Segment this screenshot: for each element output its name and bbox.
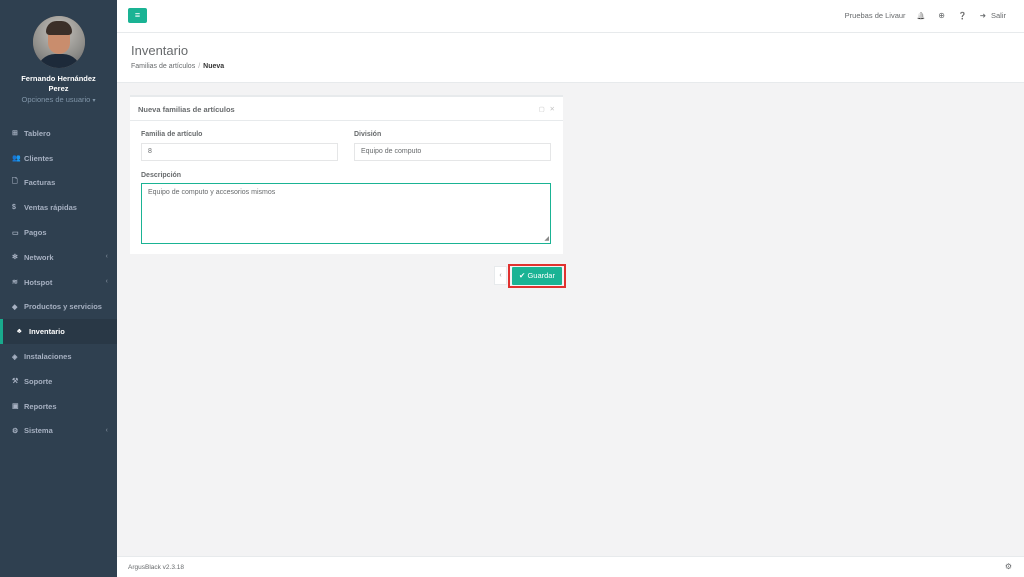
topbar: ≡ Pruebas de Livaur 🔔 ⊕ ❓ ➜ Salir [117,0,1024,33]
sidebar-item-pagos[interactable]: ▭ Pagos [0,220,117,245]
sidebar-item-soporte[interactable]: ⚒ Soporte [0,369,117,394]
wrench-icon: ⚒ [12,378,19,386]
description-text: Equipo de computo y accesorios mismos [148,189,276,196]
sidebar-item-label: Hotspot [24,277,53,287]
wifi-icon: ≋ [12,279,18,287]
sidebar-item-clientes[interactable]: 👥 Clientes [0,146,117,171]
sidebar-item-label: Clientes [24,153,54,163]
snowflake-icon: ✻ [12,254,18,262]
hamburger-icon: ≡ [134,10,141,20]
dashboard-icon: ⊞ [12,130,18,138]
globe-icon[interactable]: ⊕ [938,11,945,20]
family-input[interactable]: 8 [141,143,338,161]
chevron-left-icon: ‹ [105,277,108,285]
app-version: ArgusBlack v2.3.18 [128,564,185,571]
user-name: Fernando Hernández Perez [21,74,96,93]
help-icon[interactable]: ❓ [958,12,967,20]
sidebar-item-label: Reportes [24,401,57,411]
cogs-icon: ⚙ [12,427,19,435]
chevron-left-icon: ‹ [105,252,108,260]
sidebar-item-hotspot[interactable]: ≋ Hotspot ‹ [0,270,117,295]
panel-title: Nueva familias de artículos [138,105,235,114]
sidebar-item-label: Soporte [24,376,53,386]
back-button[interactable]: ‹ [494,266,507,285]
sidebar-item-label: Ventas rápidas [24,203,77,213]
check-icon: ✔ [519,271,526,280]
file-icon: 🗋 [12,178,18,186]
sidebar-item-ventas-rápidas[interactable]: $ Ventas rápidas [0,195,117,220]
sidebar-item-label: Facturas [24,178,56,188]
users-icon: 👥 [12,155,21,163]
resize-handle-icon[interactable]: ◢ [544,235,549,242]
sidebar-item-label: Inventario [29,327,65,337]
sidebar-item-label: Pagos [24,228,47,238]
sidebar-item-label: Tablero [24,128,51,138]
description-textarea[interactable]: Equipo de computo y accesorios mismos ◢ [141,183,551,244]
description-label: Descripción [141,172,182,179]
sidebar-item-reportes[interactable]: ▣ Reportes [0,394,117,419]
breadcrumb: Familias de artículos / Nueva [131,63,224,70]
sidebar-item-facturas[interactable]: 🗋 Facturas [0,171,117,196]
sidebar: Fernando Hernández Perez Opciones de usu… [0,0,117,577]
user-options-dropdown[interactable]: Opciones de usuario ▾ [0,95,117,104]
sidebar-item-productos-y-servicios[interactable]: ◆ Productos y servicios [0,295,117,320]
chevron-left-icon: ‹ [499,272,502,279]
user-profile: Fernando Hernández Perez Opciones de usu… [0,0,117,112]
sidebar-nav: ⊞ Tablero 👥 Clientes 🗋 Facturas $ Ventas rápida… [0,121,117,443]
sidebar-item-label: Instalaciones [24,352,72,362]
sidebar-item-instalaciones[interactable]: ◈ Instalaciones [0,344,117,369]
panel-header: Nueva familias de artículos ▢ ✕ [130,97,563,121]
cubes-icon: ♣ [17,328,22,336]
sidebar-item-inventario[interactable]: ♣ Inventario [0,319,117,345]
footer: ArgusBlack v2.3.18 ⚙ [117,556,1024,577]
sidebar-item-label: Productos y servicios [24,302,102,312]
sidebar-item-network[interactable]: ✻ Network ‹ [0,245,117,270]
save-button-highlight: ✔ Guardar [508,264,566,288]
form-panel: Nueva familias de artículos ▢ ✕ Familia … [130,95,563,254]
panel-tools: ▢ ✕ [536,105,555,113]
save-button-label: Guardar [527,271,555,280]
avatar[interactable] [32,16,85,68]
close-icon[interactable]: ✕ [550,106,555,113]
dollar-icon: $ [12,204,16,212]
sidebar-item-sistema[interactable]: ⚙ Sistema ‹ [0,419,117,444]
settings-icon[interactable]: ⚙ [1005,562,1012,571]
breadcrumb-current: Nueva [203,63,225,70]
page-heading: Inventario Familias de artículos / Nueva [117,33,1024,83]
tag-icon: ◈ [12,353,18,361]
bell-icon[interactable]: 🔔 [917,12,926,20]
caret-down-icon: ▾ [92,98,96,104]
sidebar-item-label: Network [24,252,54,262]
topbar-user-name: Pruebas de Livaur [844,11,906,20]
sidebar-item-tablero[interactable]: ⊞ Tablero [0,121,117,146]
sign-out-icon: ➜ [979,11,986,20]
money-icon: ▭ [12,229,19,237]
book-icon: ▣ [12,403,19,411]
breadcrumb-separator: / [198,63,201,70]
menu-toggle-button[interactable]: ≡ [128,8,147,23]
save-button[interactable]: ✔ Guardar [512,267,562,285]
save-icon[interactable]: ▢ [539,106,545,113]
tags-icon: ◆ [12,303,18,311]
breadcrumb-parent-link[interactable]: Familias de artículos [131,63,195,70]
page-title: Inventario [131,43,189,58]
division-label: División [354,131,382,138]
logout-link[interactable]: ➜ Salir [980,11,1006,20]
logout-label: Salir [990,11,1006,20]
user-options-label: Opciones de usuario [21,95,91,104]
division-input[interactable]: Equipo de computo [354,143,551,161]
chevron-left-icon: ‹ [105,426,108,434]
family-label: Familia de artículo [141,131,203,138]
sidebar-item-label: Sistema [24,426,53,436]
topbar-right: Pruebas de Livaur 🔔 ⊕ ❓ ➜ Salir [845,11,1006,20]
